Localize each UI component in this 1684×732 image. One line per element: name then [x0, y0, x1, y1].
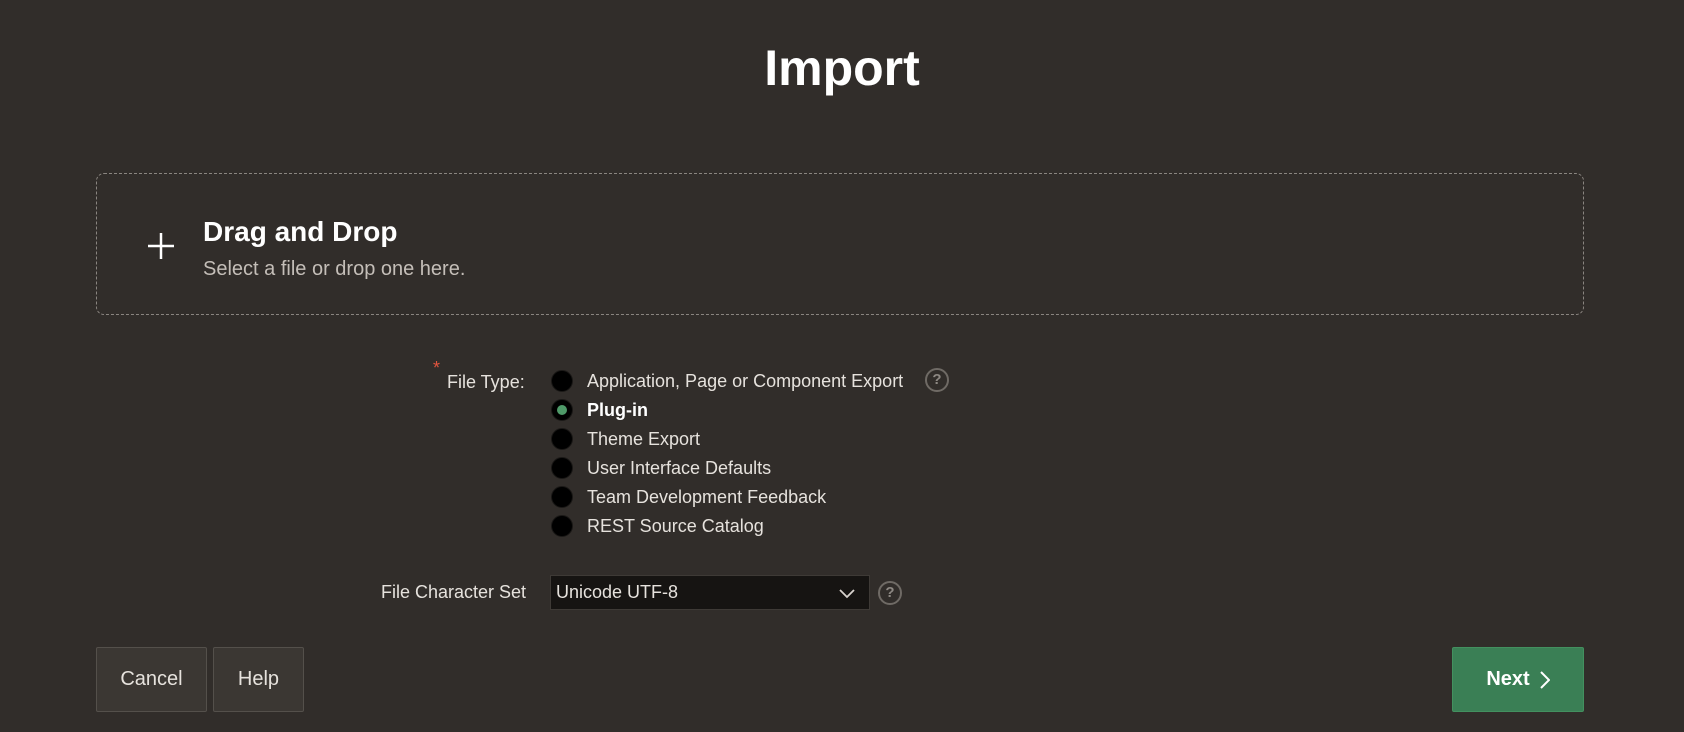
help-button[interactable]: Help — [213, 647, 304, 712]
help-icon[interactable]: ? — [925, 368, 949, 392]
cancel-button[interactable]: Cancel — [96, 647, 207, 712]
radio-button[interactable] — [551, 457, 573, 479]
radio-label: Team Development Feedback — [587, 487, 827, 507]
radio-rest-source-catalog[interactable]: REST Source Catalog — [551, 512, 764, 540]
radio-label: Theme Export — [587, 429, 701, 449]
plus-icon[interactable] — [145, 230, 177, 262]
radio-button[interactable] — [551, 486, 573, 508]
dropzone-subtitle: Select a file or drop one here. — [203, 258, 466, 280]
radio-ui-defaults[interactable]: User Interface Defaults — [551, 454, 771, 482]
radio-plug-in[interactable]: Plug-in — [551, 396, 648, 424]
page-title: Import — [764, 40, 920, 96]
radio-selected-dot — [557, 405, 567, 415]
help-button-label: Help — [237, 668, 280, 690]
next-button-label: Next — [1486, 668, 1530, 690]
chevron-right-icon — [1539, 670, 1550, 689]
radio-label: Application, Page or Component Export — [587, 371, 904, 391]
cancel-button-label: Cancel — [120, 668, 183, 690]
radio-button[interactable] — [551, 515, 573, 537]
radio-button-selected[interactable] — [551, 399, 573, 421]
radio-label: User Interface Defaults — [587, 458, 772, 478]
radio-button[interactable] — [551, 370, 573, 392]
next-button[interactable]: Next — [1452, 647, 1584, 712]
required-indicator: * — [433, 358, 441, 378]
radio-label: Plug-in — [587, 400, 648, 420]
file-type-label: File Type: — [447, 372, 525, 392]
charset-select[interactable]: Unicode UTF-8 — [550, 575, 870, 610]
radio-application-export[interactable]: Application, Page or Component Export — [551, 367, 903, 395]
chevron-down-icon — [839, 589, 855, 599]
radio-button[interactable] — [551, 428, 573, 450]
charset-select-value: Unicode UTF-8 — [556, 582, 679, 602]
radio-theme-export[interactable]: Theme Export — [551, 425, 700, 453]
dropzone-title: Drag and Drop — [203, 216, 398, 247]
radio-team-dev-feedback[interactable]: Team Development Feedback — [551, 483, 826, 511]
charset-label: File Character Set — [381, 582, 527, 602]
help-icon[interactable]: ? — [878, 581, 902, 605]
radio-label: REST Source Catalog — [587, 516, 764, 536]
